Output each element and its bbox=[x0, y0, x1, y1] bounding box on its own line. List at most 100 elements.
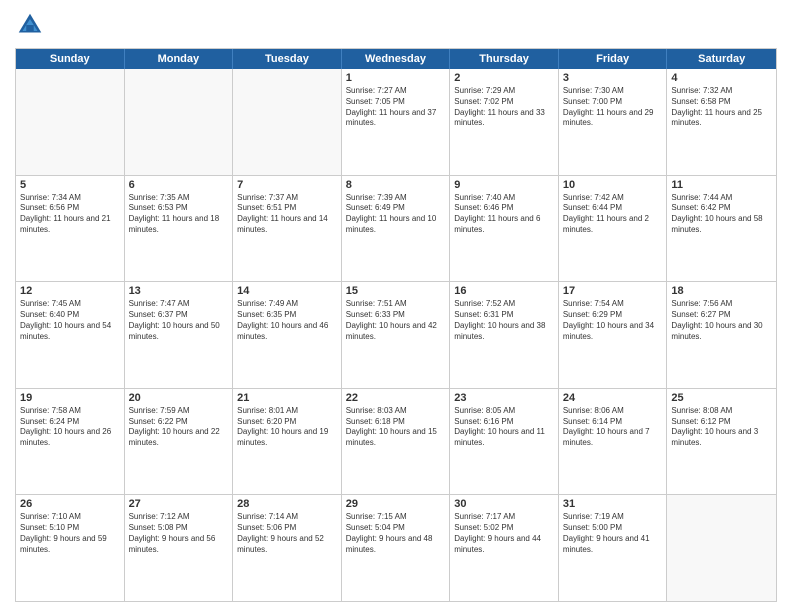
calendar-cell-day-29: 29 Sunrise: 7:15 AMSunset: 5:04 PMDayligh… bbox=[342, 495, 451, 601]
cell-info: Sunrise: 7:29 AMSunset: 7:02 PMDaylight:… bbox=[454, 86, 554, 129]
cell-info: Sunrise: 7:30 AMSunset: 7:00 PMDaylight:… bbox=[563, 86, 663, 129]
cell-info: Sunrise: 7:32 AMSunset: 6:58 PMDaylight:… bbox=[671, 86, 772, 129]
cell-info: Sunrise: 8:03 AMSunset: 6:18 PMDaylight:… bbox=[346, 406, 446, 449]
weekday-header-sunday: Sunday bbox=[16, 49, 125, 69]
calendar-cell-day-17: 17 Sunrise: 7:54 AMSunset: 6:29 PMDayligh… bbox=[559, 282, 668, 388]
weekday-header-monday: Monday bbox=[125, 49, 234, 69]
logo bbox=[15, 10, 49, 40]
calendar-cell-empty bbox=[667, 495, 776, 601]
cell-info: Sunrise: 7:49 AMSunset: 6:35 PMDaylight:… bbox=[237, 299, 337, 342]
calendar-body: 1 Sunrise: 7:27 AMSunset: 7:05 PMDaylight… bbox=[16, 69, 776, 601]
calendar-cell-day-12: 12Sunrise: 7:45 AMSunset: 6:40 PMDayligh… bbox=[16, 282, 125, 388]
weekday-header-wednesday: Wednesday bbox=[342, 49, 451, 69]
day-number: 29 bbox=[346, 498, 446, 510]
cell-info: Sunrise: 7:52 AMSunset: 6:31 PMDaylight:… bbox=[454, 299, 554, 342]
day-number: 12 bbox=[20, 285, 120, 297]
calendar-cell-day-19: 19 Sunrise: 7:58 AMSunset: 6:24 PMDayligh… bbox=[16, 389, 125, 495]
calendar-cell-day-8: 8 Sunrise: 7:39 AMSunset: 6:49 PMDaylight… bbox=[342, 176, 451, 282]
day-number: 20 bbox=[129, 392, 229, 404]
cell-info: Sunrise: 7:58 AMSunset: 6:24 PMDaylight:… bbox=[20, 406, 120, 449]
calendar-cell-day-20: 20 Sunrise: 7:59 AMSunset: 6:22 PMDayligh… bbox=[125, 389, 234, 495]
calendar-cell-day-14: 14 Sunrise: 7:49 AMSunset: 6:35 PMDayligh… bbox=[233, 282, 342, 388]
cell-info: Sunrise: 7:37 AMSunset: 6:51 PMDaylight:… bbox=[237, 193, 337, 236]
day-number: 23 bbox=[454, 392, 554, 404]
cell-info: Sunrise: 7:40 AMSunset: 6:46 PMDaylight:… bbox=[454, 193, 554, 236]
day-number: 27 bbox=[129, 498, 229, 510]
cell-info: Sunrise: 7:15 AMSunset: 5:04 PMDaylight:… bbox=[346, 512, 446, 555]
cell-info: Sunrise: 8:01 AMSunset: 6:20 PMDaylight:… bbox=[237, 406, 337, 449]
cell-info: Sunrise: 7:27 AMSunset: 7:05 PMDaylight:… bbox=[346, 86, 446, 129]
day-number: 30 bbox=[454, 498, 554, 510]
calendar-cell-day-21: 21 Sunrise: 8:01 AMSunset: 6:20 PMDayligh… bbox=[233, 389, 342, 495]
calendar-cell-day-26: 26Sunrise: 7:10 AMSunset: 5:10 PMDayligh… bbox=[16, 495, 125, 601]
weekday-header-tuesday: Tuesday bbox=[233, 49, 342, 69]
day-number: 4 bbox=[671, 72, 772, 84]
day-number: 24 bbox=[563, 392, 663, 404]
calendar-cell-day-1: 1 Sunrise: 7:27 AMSunset: 7:05 PMDaylight… bbox=[342, 69, 451, 175]
cell-info: Sunrise: 7:14 AMSunset: 5:06 PMDaylight:… bbox=[237, 512, 337, 555]
calendar-row-4: 26Sunrise: 7:10 AMSunset: 5:10 PMDayligh… bbox=[16, 495, 776, 601]
calendar-cell-day-11: 11Sunrise: 7:44 AMSunset: 6:42 PMDayligh… bbox=[667, 176, 776, 282]
day-number: 21 bbox=[237, 392, 337, 404]
day-number: 22 bbox=[346, 392, 446, 404]
day-number: 8 bbox=[346, 179, 446, 191]
day-number: 17 bbox=[563, 285, 663, 297]
calendar-row-1: 5 Sunrise: 7:34 AMSunset: 6:56 PMDaylight… bbox=[16, 176, 776, 283]
cell-info: Sunrise: 8:05 AMSunset: 6:16 PMDaylight:… bbox=[454, 406, 554, 449]
calendar-cell-day-5: 5 Sunrise: 7:34 AMSunset: 6:56 PMDaylight… bbox=[16, 176, 125, 282]
calendar-cell-day-30: 30 Sunrise: 7:17 AMSunset: 5:02 PMDayligh… bbox=[450, 495, 559, 601]
day-number: 1 bbox=[346, 72, 446, 84]
calendar-cell-day-28: 28 Sunrise: 7:14 AMSunset: 5:06 PMDayligh… bbox=[233, 495, 342, 601]
cell-info: Sunrise: 8:08 AMSunset: 6:12 PMDaylight:… bbox=[671, 406, 772, 449]
cell-info: Sunrise: 7:51 AMSunset: 6:33 PMDaylight:… bbox=[346, 299, 446, 342]
cell-info: Sunrise: 7:59 AMSunset: 6:22 PMDaylight:… bbox=[129, 406, 229, 449]
calendar-cell-empty bbox=[16, 69, 125, 175]
day-number: 26 bbox=[20, 498, 120, 510]
day-number: 10 bbox=[563, 179, 663, 191]
calendar-row-2: 12Sunrise: 7:45 AMSunset: 6:40 PMDayligh… bbox=[16, 282, 776, 389]
cell-info: Sunrise: 7:35 AMSunset: 6:53 PMDaylight:… bbox=[129, 193, 229, 236]
cell-info: Sunrise: 7:12 AMSunset: 5:08 PMDaylight:… bbox=[129, 512, 229, 555]
day-number: 28 bbox=[237, 498, 337, 510]
calendar-cell-day-13: 13Sunrise: 7:47 AMSunset: 6:37 PMDayligh… bbox=[125, 282, 234, 388]
cell-info: Sunrise: 7:39 AMSunset: 6:49 PMDaylight:… bbox=[346, 193, 446, 236]
day-number: 19 bbox=[20, 392, 120, 404]
weekday-header-thursday: Thursday bbox=[450, 49, 559, 69]
day-number: 3 bbox=[563, 72, 663, 84]
calendar-cell-day-2: 2 Sunrise: 7:29 AMSunset: 7:02 PMDaylight… bbox=[450, 69, 559, 175]
day-number: 31 bbox=[563, 498, 663, 510]
page: SundayMondayTuesdayWednesdayThursdayFrid… bbox=[0, 0, 792, 612]
cell-info: Sunrise: 7:17 AMSunset: 5:02 PMDaylight:… bbox=[454, 512, 554, 555]
calendar-cell-day-24: 24 Sunrise: 8:06 AMSunset: 6:14 PMDayligh… bbox=[559, 389, 668, 495]
cell-info: Sunrise: 7:42 AMSunset: 6:44 PMDaylight:… bbox=[563, 193, 663, 236]
day-number: 5 bbox=[20, 179, 120, 191]
calendar-cell-day-7: 7 Sunrise: 7:37 AMSunset: 6:51 PMDaylight… bbox=[233, 176, 342, 282]
day-number: 2 bbox=[454, 72, 554, 84]
logo-icon bbox=[15, 10, 45, 40]
cell-info: Sunrise: 7:56 AMSunset: 6:27 PMDaylight:… bbox=[671, 299, 772, 342]
calendar-cell-empty bbox=[233, 69, 342, 175]
calendar-cell-empty bbox=[125, 69, 234, 175]
calendar-cell-day-27: 27 Sunrise: 7:12 AMSunset: 5:08 PMDayligh… bbox=[125, 495, 234, 601]
cell-info: Sunrise: 7:34 AMSunset: 6:56 PMDaylight:… bbox=[20, 193, 120, 236]
day-number: 6 bbox=[129, 179, 229, 191]
day-number: 7 bbox=[237, 179, 337, 191]
day-number: 14 bbox=[237, 285, 337, 297]
day-number: 13 bbox=[129, 285, 229, 297]
calendar-cell-day-23: 23 Sunrise: 8:05 AMSunset: 6:16 PMDayligh… bbox=[450, 389, 559, 495]
calendar-header: SundayMondayTuesdayWednesdayThursdayFrid… bbox=[16, 49, 776, 69]
calendar-row-0: 1 Sunrise: 7:27 AMSunset: 7:05 PMDaylight… bbox=[16, 69, 776, 176]
day-number: 9 bbox=[454, 179, 554, 191]
cell-info: Sunrise: 7:54 AMSunset: 6:29 PMDaylight:… bbox=[563, 299, 663, 342]
weekday-header-saturday: Saturday bbox=[667, 49, 776, 69]
calendar-cell-day-16: 16Sunrise: 7:52 AMSunset: 6:31 PMDayligh… bbox=[450, 282, 559, 388]
calendar-cell-day-3: 3 Sunrise: 7:30 AMSunset: 7:00 PMDaylight… bbox=[559, 69, 668, 175]
calendar-cell-day-6: 6 Sunrise: 7:35 AMSunset: 6:53 PMDaylight… bbox=[125, 176, 234, 282]
cell-info: Sunrise: 8:06 AMSunset: 6:14 PMDaylight:… bbox=[563, 406, 663, 449]
day-number: 18 bbox=[671, 285, 772, 297]
day-number: 25 bbox=[671, 392, 772, 404]
calendar-cell-day-15: 15 Sunrise: 7:51 AMSunset: 6:33 PMDayligh… bbox=[342, 282, 451, 388]
day-number: 15 bbox=[346, 285, 446, 297]
calendar-cell-day-31: 31Sunrise: 7:19 AMSunset: 5:00 PMDayligh… bbox=[559, 495, 668, 601]
calendar-cell-day-10: 10 Sunrise: 7:42 AMSunset: 6:44 PMDayligh… bbox=[559, 176, 668, 282]
